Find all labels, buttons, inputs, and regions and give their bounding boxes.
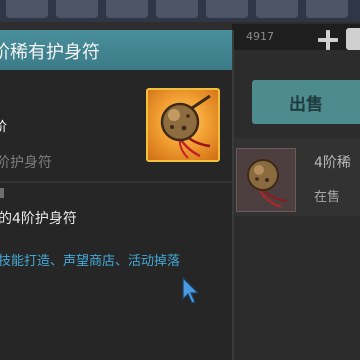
- item-sources[interactable]: 技能打造、声望商店、活动掉落: [0, 250, 180, 269]
- mouse-cursor-icon: [182, 277, 200, 304]
- amulet-icon: [160, 94, 211, 159]
- tooltip-divider: [0, 181, 232, 183]
- toolbar-slot[interactable]: [206, 0, 248, 18]
- currency-bar: 4917: [232, 24, 360, 50]
- toolbar-slot[interactable]: [306, 0, 348, 18]
- item-description: 的4阶护身符: [0, 211, 77, 227]
- tooltip-header: 阶稀有护身符: [0, 30, 232, 70]
- panel-edge-icon: [346, 28, 360, 50]
- toolbar-slot[interactable]: [256, 0, 298, 18]
- sell-button[interactable]: 出售: [252, 80, 360, 124]
- listing-item-icon[interactable]: [236, 148, 296, 212]
- toolbar-slot[interactable]: [156, 0, 198, 18]
- amulet-icon: [247, 159, 288, 208]
- listing-item-name: 4阶稀: [314, 155, 351, 171]
- bullet-icon: [0, 188, 4, 198]
- item-title: 阶稀有护身符: [0, 42, 100, 63]
- listing-status: 在售: [314, 190, 341, 205]
- toolbar-slot[interactable]: [6, 0, 48, 18]
- top-toolbar: [0, 0, 360, 22]
- item-category: 阶护身符: [0, 155, 52, 171]
- sell-label: 出售: [289, 94, 323, 115]
- plus-icon[interactable]: [318, 30, 338, 50]
- toolbar-slot[interactable]: [56, 0, 98, 18]
- item-icon-frame: [146, 88, 220, 162]
- toolbar-slot[interactable]: [106, 0, 148, 18]
- item-tier: 阶: [0, 120, 8, 135]
- currency-value: 4917: [246, 30, 274, 43]
- item-tooltip: 阶稀有护身符 阶 阶护身符 的4阶护身符 技能打造、声望商店、活动掉落: [0, 30, 234, 360]
